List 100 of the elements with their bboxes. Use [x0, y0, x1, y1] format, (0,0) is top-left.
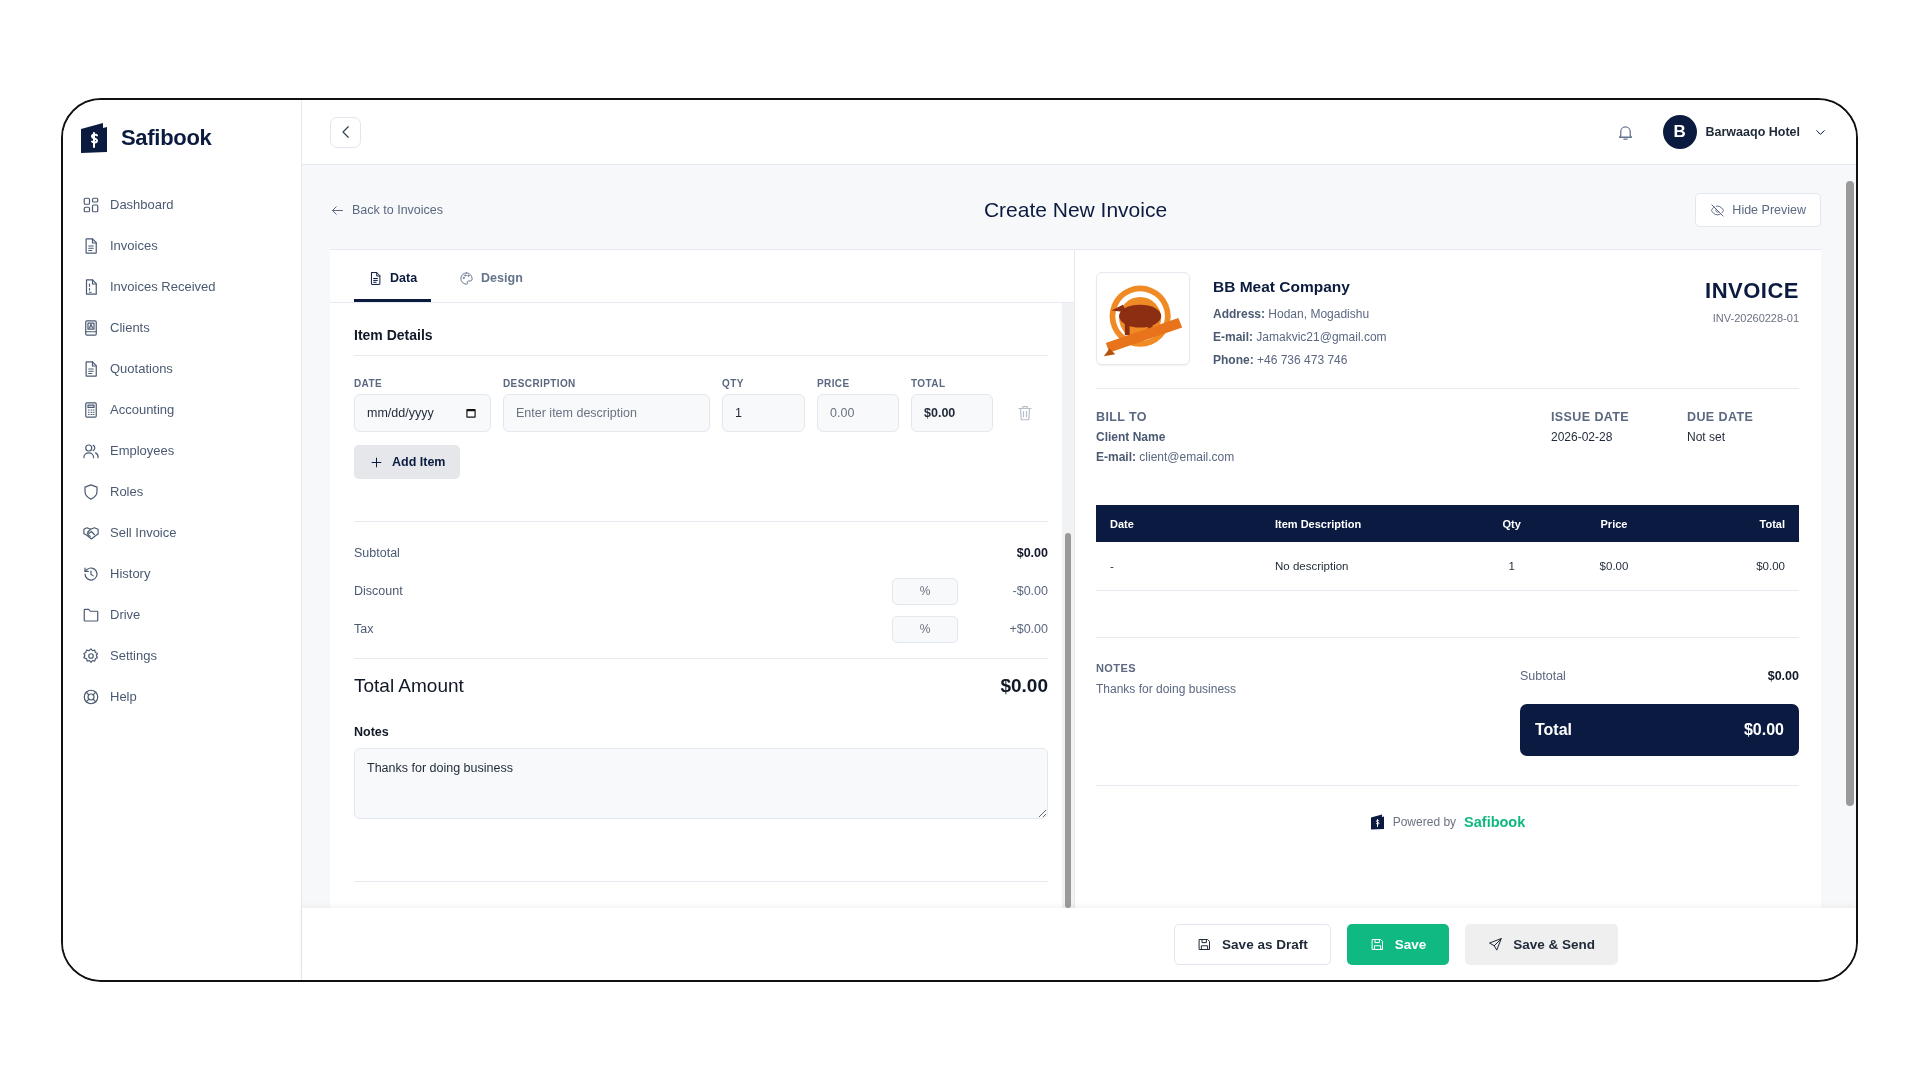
table-cell: 1 — [1469, 542, 1554, 590]
user-name[interactable]: Barwaaqo Hotel — [1705, 125, 1800, 139]
quantity-field[interactable]: 1 — [722, 394, 805, 432]
column-header: Date — [1096, 505, 1261, 542]
company-name: BB Meat Company — [1213, 278, 1351, 296]
palette-icon — [459, 270, 475, 286]
column-label: DESCRIPTION — [503, 378, 577, 389]
sidebar-item[interactable]: Clients — [79, 307, 287, 348]
subtotal-label: Subtotal — [1520, 668, 1566, 683]
page-title: Create New Invoice — [983, 198, 1168, 222]
save-button[interactable]: Save & Send — [1465, 923, 1618, 965]
total-label: Total Amount — [354, 675, 464, 697]
sidebar-item[interactable]: Roles — [79, 471, 287, 512]
eye-off-icon — [1710, 202, 1726, 218]
notes-heading: NOTES — [1096, 660, 1137, 676]
column-label: DATE — [354, 378, 384, 389]
price-field[interactable]: 0.00 — [817, 394, 899, 432]
sidebar-item[interactable]: Employees — [79, 430, 287, 471]
document-icon — [368, 270, 383, 286]
shield-icon — [82, 482, 100, 501]
add-item-button[interactable]: Add Item — [354, 445, 461, 479]
sidebar-item[interactable]: History — [79, 553, 287, 594]
sidebar-item[interactable]: Dashboard — [79, 184, 287, 225]
powered-by-text: Powered by — [1392, 814, 1457, 829]
save-button[interactable]: Save as Draft — [1174, 923, 1331, 965]
contact-icon — [82, 318, 100, 337]
date-value: 2026-02-28 — [1551, 429, 1614, 446]
description-field[interactable]: Enter item description — [503, 394, 710, 432]
client-name: Client Name — [1096, 429, 1167, 446]
table-cell: $0.00 — [1674, 542, 1799, 590]
date-value: Not set — [1687, 429, 1726, 446]
column-label: PRICE — [817, 378, 851, 389]
percent-field[interactable]: % — [892, 615, 958, 643]
save-icon — [1197, 936, 1213, 952]
client-email: E-mail: client@email.com — [1096, 449, 1236, 466]
column-header: Price — [1554, 505, 1674, 542]
table-cell: - — [1096, 542, 1261, 590]
sidebar-item[interactable]: Help — [79, 676, 287, 717]
save-icon — [1369, 936, 1385, 952]
table-cell: No description — [1261, 542, 1470, 590]
company-detail: Phone: +46 736 473 746 — [1213, 352, 1349, 369]
total-value: $0.00 — [1743, 720, 1784, 739]
trash-icon — [1016, 404, 1034, 422]
summary-value: $0.00 — [1015, 546, 1048, 560]
sidebar-item[interactable]: Quotations — [79, 348, 287, 389]
sidebar-item[interactable]: Accounting — [79, 389, 287, 430]
calendar-icon — [464, 406, 478, 420]
bill-to-heading: BILL TO — [1096, 409, 1148, 426]
calculator-icon — [82, 400, 100, 419]
avatar[interactable]: B — [1662, 115, 1697, 149]
subtotal-value: $0.00 — [1767, 668, 1799, 683]
collapse-button[interactable] — [330, 116, 361, 148]
summary-label: Tax — [354, 622, 374, 636]
back-link[interactable]: Back to Invoices — [330, 202, 443, 218]
logo-icon — [1369, 813, 1385, 830]
column-label: QTY — [722, 378, 745, 389]
summary-value: +$0.00 — [1008, 622, 1048, 636]
total-field: $0.00 — [911, 394, 993, 432]
percent-field[interactable]: % — [892, 577, 958, 605]
file-icon — [82, 359, 100, 378]
company-detail: Address: Hodan, Mogadishu — [1213, 306, 1371, 323]
summary-value: -$0.00 — [1011, 584, 1048, 598]
sidebar-item[interactable]: Invoices — [79, 225, 287, 266]
gear-icon — [82, 646, 100, 665]
history-icon — [82, 564, 100, 583]
date-heading: DUE DATE — [1687, 409, 1755, 426]
sidebar-item[interactable]: Settings — [79, 635, 287, 676]
document-title: INVOICE — [1705, 278, 1799, 304]
column-header: Total — [1674, 505, 1799, 542]
date-field[interactable]: mm/dd/yyyy — [354, 394, 491, 432]
total-value: $0.00 — [1000, 675, 1048, 697]
brand-name: Safibook — [121, 125, 212, 151]
plus-icon — [369, 454, 384, 470]
notes-field[interactable]: Thanks for doing business — [354, 748, 1048, 819]
tab[interactable]: Design — [445, 257, 537, 302]
total-label: Total — [1535, 720, 1573, 739]
brand-name: Safibook — [1464, 813, 1526, 830]
sidebar-item[interactable]: Sell Invoice — [79, 512, 287, 553]
scrollbar[interactable] — [1062, 303, 1074, 908]
table-cell: $0.00 — [1554, 542, 1674, 590]
summary-label: Subtotal — [354, 546, 400, 560]
send-icon — [1488, 936, 1504, 952]
date-heading: ISSUE DATE — [1551, 409, 1631, 426]
logo-icon — [79, 122, 109, 154]
company-detail: E-mail: Jamakvic21@gmail.com — [1213, 329, 1387, 346]
notes-label: Notes — [354, 725, 390, 739]
column-header: Item Description — [1261, 505, 1470, 542]
notes-text: Thanks for doing business — [1096, 681, 1237, 696]
users-icon — [82, 441, 100, 460]
sidebar-item[interactable]: Drive — [79, 594, 287, 635]
column-label: TOTAL — [911, 378, 947, 389]
summary-label: Discount — [354, 584, 403, 598]
sidebar-item[interactable]: Invoices Received — [79, 266, 287, 307]
lifebuoy-icon — [82, 687, 100, 706]
grid-icon — [82, 195, 100, 214]
tab[interactable]: Data — [354, 257, 432, 302]
column-header: Qty — [1469, 505, 1554, 542]
file-icon — [82, 236, 100, 255]
section-title: Item Details — [354, 327, 1048, 356]
hide-preview-button[interactable]: Hide Preview — [1695, 193, 1821, 227]
